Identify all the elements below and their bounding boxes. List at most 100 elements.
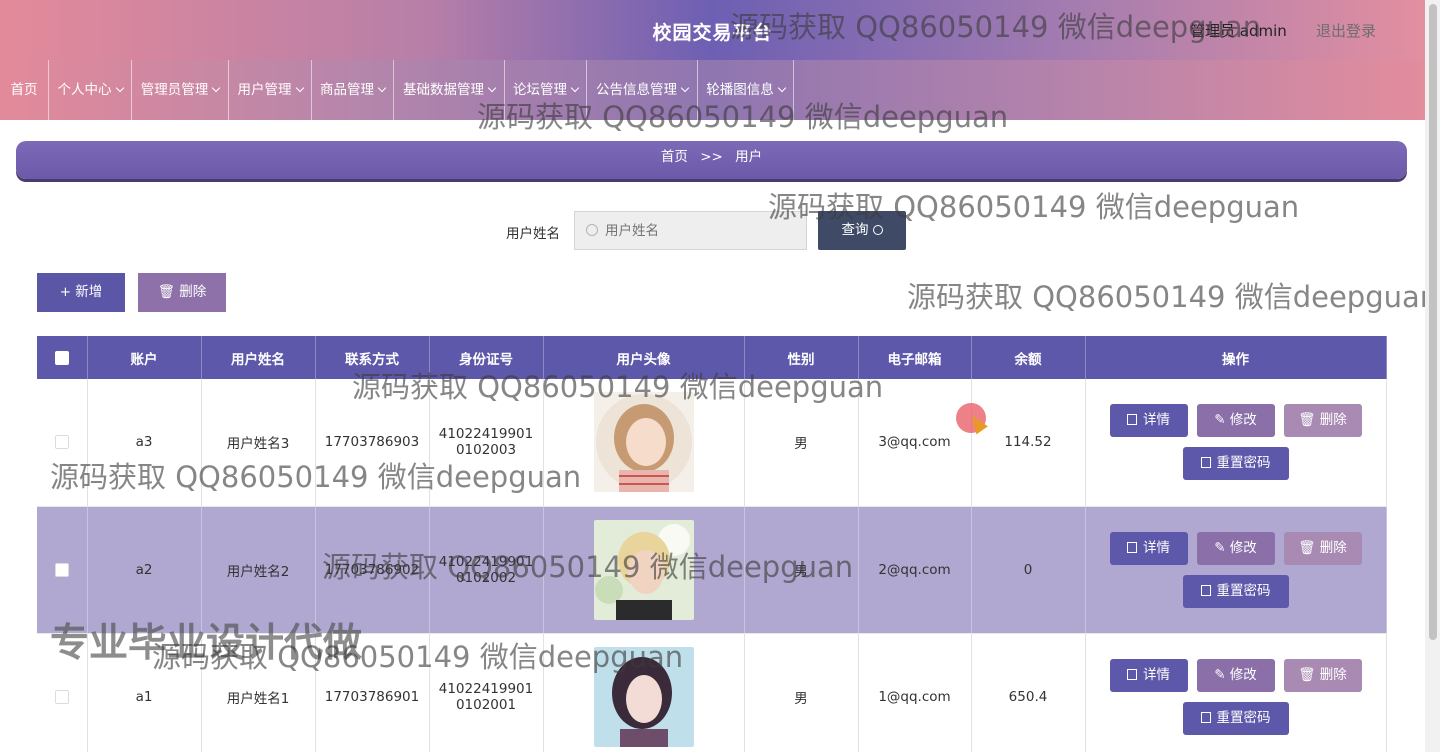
- document-icon: [1200, 584, 1211, 596]
- avatar-cell: [543, 506, 745, 634]
- reset-password-button[interactable]: 重置密码: [1182, 701, 1289, 735]
- delete-button[interactable]: 🗑 删除: [1283, 658, 1362, 692]
- col-actions: 操作: [1085, 336, 1387, 379]
- col-account: 账户: [87, 336, 202, 379]
- main-nav: 首页 个人中心 管理员管理 用户管理 商品管理 基础数据管理 论坛管理 公告信息…: [0, 60, 1425, 120]
- nav-admin-management[interactable]: 管理员管理: [132, 60, 229, 120]
- user-table: 账户 用户姓名 联系方式 身份证号 用户头像 性别 电子邮箱 余额 操作 a3 …: [37, 336, 1387, 752]
- nav-notice-management[interactable]: 公告信息管理: [587, 60, 698, 120]
- edit-button[interactable]: ✎ 修改: [1196, 658, 1275, 692]
- col-id-number: 身份证号: [429, 336, 544, 379]
- trash-icon: 🗑: [157, 284, 180, 300]
- nav-personal-center[interactable]: 个人中心: [49, 60, 132, 120]
- nav-basic-data-management[interactable]: 基础数据管理: [394, 60, 505, 120]
- breadcrumb: 首页 >> 用户: [16, 141, 1407, 179]
- search-input[interactable]: [574, 211, 807, 250]
- actions-cell: 详情 ✎ 修改 🗑 删除 重置密码: [1085, 633, 1387, 752]
- logout-link[interactable]: 退出登录: [1316, 20, 1376, 41]
- trash-icon: 🗑: [1298, 666, 1320, 683]
- search-icon: [872, 225, 883, 235]
- gender-cell: 男: [744, 379, 859, 507]
- chevron-down-icon: [377, 83, 387, 93]
- nav-forum-management[interactable]: 论坛管理: [505, 60, 587, 120]
- gender-cell: 男: [744, 633, 859, 752]
- edit-button[interactable]: ✎ 修改: [1196, 531, 1275, 565]
- document-icon: [1127, 668, 1137, 680]
- breadcrumb-home[interactable]: 首页: [661, 149, 688, 165]
- trash-icon: 🗑: [1298, 412, 1320, 429]
- col-name: 用户姓名: [201, 336, 316, 379]
- col-phone: 联系方式: [315, 336, 430, 379]
- balance-cell: 0: [971, 506, 1086, 634]
- chevron-down-icon: [295, 83, 304, 93]
- document-icon: [1200, 711, 1211, 723]
- avatar-cell: [543, 379, 745, 507]
- col-email: 电子邮箱: [858, 336, 972, 379]
- document-icon: [1127, 541, 1137, 553]
- delete-button[interactable]: 🗑 删除: [1283, 531, 1362, 565]
- select-all-cell[interactable]: [37, 336, 88, 379]
- row-select-cell[interactable]: [37, 379, 88, 507]
- id-number-cell: 41022419901 0102001: [429, 633, 544, 752]
- row-checkbox[interactable]: [54, 689, 69, 704]
- trash-icon: 🗑: [1298, 539, 1320, 556]
- id-number-cell: 41022419901 0102002: [429, 506, 544, 634]
- nav-home[interactable]: 首页: [0, 60, 49, 120]
- search-button[interactable]: 查询: [818, 211, 906, 250]
- phone-cell: 17703786903: [315, 379, 430, 507]
- add-button[interactable]: + 新增: [37, 273, 125, 312]
- balance-cell: 114.52: [971, 379, 1086, 507]
- chevron-down-icon: [570, 83, 580, 93]
- table-row: a3 用户姓名3 17703786903 410224199010102003: [37, 379, 1387, 507]
- chevron-down-icon: [487, 83, 497, 93]
- row-checkbox[interactable]: [54, 562, 69, 577]
- plus-icon: +: [59, 284, 76, 300]
- balance-cell: 650.4: [971, 633, 1086, 752]
- detail-button[interactable]: 详情: [1109, 531, 1188, 565]
- chevron-down-icon: [680, 83, 690, 93]
- delete-button[interactable]: 🗑 删除: [1283, 404, 1362, 438]
- reset-password-button[interactable]: 重置密码: [1182, 447, 1289, 481]
- col-balance: 余额: [971, 336, 1086, 379]
- watermark-banner: 专业毕业设计代做: [50, 621, 363, 666]
- avatar[interactable]: [593, 646, 694, 747]
- edit-button[interactable]: ✎ 修改: [1196, 404, 1275, 438]
- col-gender: 性别: [744, 336, 859, 379]
- row-checkbox[interactable]: [54, 435, 69, 450]
- id-number-cell: 41022419901 0102003: [429, 379, 544, 507]
- nav-product-management[interactable]: 商品管理: [312, 60, 394, 120]
- batch-delete-button[interactable]: 🗑 删除: [138, 273, 226, 312]
- select-all-checkbox[interactable]: [54, 350, 69, 365]
- table-header-row: 账户 用户姓名 联系方式 身份证号 用户头像 性别 电子邮箱 余额 操作: [37, 336, 1387, 379]
- pencil-icon: ✎: [1214, 539, 1230, 556]
- email-cell: 3@qq.com: [858, 379, 972, 507]
- detail-button[interactable]: 详情: [1109, 404, 1188, 438]
- watermark: 源码获取 QQ86050149 微信deepguan: [907, 280, 1439, 314]
- nav-carousel-info[interactable]: 轮播图信息: [698, 60, 794, 120]
- gender-cell: 男: [744, 506, 859, 634]
- avatar[interactable]: [593, 519, 694, 620]
- scrollbar-thumb[interactable]: [1429, 4, 1437, 640]
- account-cell: a3: [87, 379, 202, 507]
- email-cell: 2@qq.com: [858, 506, 972, 634]
- chevron-down-icon: [777, 83, 786, 93]
- nav-user-management[interactable]: 用户管理: [229, 60, 312, 120]
- document-icon: [1127, 414, 1137, 426]
- name-cell: 用户姓名3: [201, 379, 316, 507]
- col-avatar: 用户头像: [543, 336, 745, 379]
- pencil-icon: ✎: [1214, 412, 1230, 429]
- avatar-cell: [543, 633, 745, 752]
- actions-cell: 详情 ✎ 修改 🗑 删除 重置密码: [1085, 379, 1387, 507]
- breadcrumb-separator: >>: [700, 149, 723, 165]
- breadcrumb-current: 用户: [735, 149, 763, 165]
- actions-cell: 详情 ✎ 修改 🗑 删除 重置密码: [1085, 506, 1387, 634]
- reset-password-button[interactable]: 重置密码: [1182, 574, 1289, 608]
- email-cell: 1@qq.com: [858, 633, 972, 752]
- avatar[interactable]: [593, 392, 694, 493]
- current-user: 管理员 admin: [1190, 22, 1287, 40]
- detail-button[interactable]: 详情: [1109, 658, 1188, 692]
- chevron-down-icon: [212, 83, 221, 93]
- top-header: 校园交易平台 管理员 admin 退出登录: [0, 0, 1425, 60]
- search-label: 用户姓名: [506, 226, 560, 242]
- search-icon: [586, 224, 598, 236]
